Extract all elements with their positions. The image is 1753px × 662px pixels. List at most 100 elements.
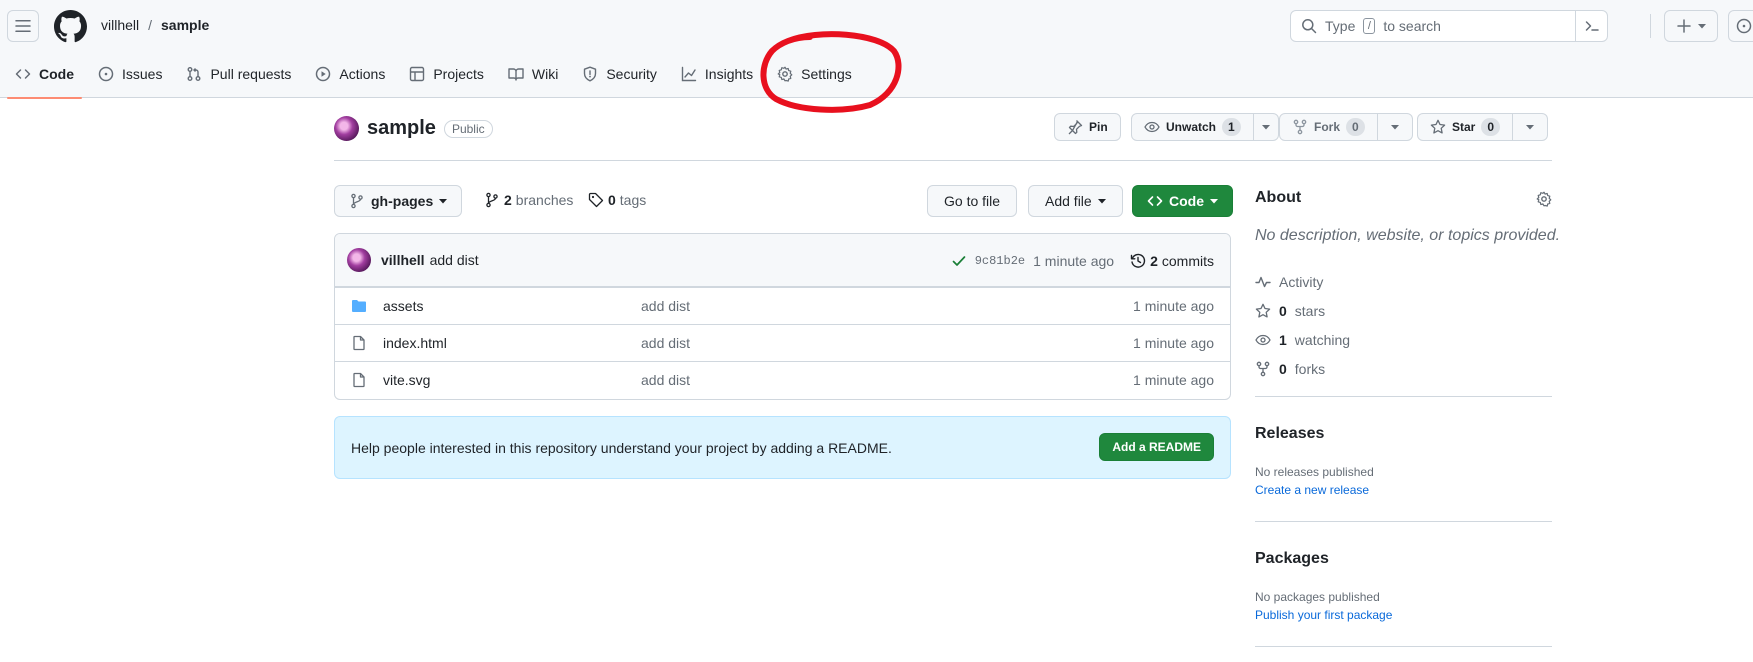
- file-icon: [353, 372, 365, 388]
- branches-count: 2: [504, 192, 512, 208]
- command-palette-button[interactable]: [1575, 10, 1607, 42]
- latest-commit-bar: villhell add dist 9c81b2e 1 minute ago 2…: [335, 234, 1230, 287]
- releases-title[interactable]: Releases: [1255, 425, 1324, 443]
- branch-selector-button[interactable]: gh-pages: [334, 185, 463, 217]
- forks-label: forks: [1294, 360, 1326, 377]
- add-file-button[interactable]: Add file: [1028, 185, 1123, 217]
- star-icon: [1430, 119, 1446, 134]
- tab-label: Security: [606, 66, 657, 82]
- readme-banner: Help people interested in this repositor…: [334, 416, 1231, 479]
- fork-dropdown-button[interactable]: [1377, 113, 1413, 141]
- file-commit-message[interactable]: add dist: [641, 298, 690, 314]
- tab-security[interactable]: Security: [574, 58, 665, 90]
- book-icon: [508, 68, 524, 81]
- issue-opened-icon: [1736, 18, 1752, 34]
- tab-label: Projects: [433, 66, 484, 82]
- breadcrumb-owner-link[interactable]: villhell: [101, 17, 139, 33]
- publish-package-link[interactable]: Publish your first package: [1255, 608, 1392, 622]
- file-name[interactable]: assets: [383, 298, 423, 314]
- watching-count: 1: [1279, 331, 1287, 348]
- pulse-icon: [1255, 276, 1271, 287]
- unwatch-label: Unwatch: [1166, 120, 1217, 134]
- breadcrumb-repo-link[interactable]: sample: [161, 17, 209, 33]
- star-group: Star 0: [1417, 113, 1549, 141]
- packages-empty-text: No packages published: [1255, 590, 1380, 604]
- about-description: No description, website, or topics provi…: [1255, 227, 1561, 244]
- file-row[interactable]: assets add dist 1 minute ago: [335, 287, 1230, 324]
- title-divider: [334, 160, 1552, 161]
- commit-meta: 9c81b2e 1 minute ago 2 commits: [951, 234, 1214, 287]
- terminal-icon: [1585, 21, 1599, 31]
- sidebar-divider: [1255, 521, 1552, 522]
- pin-button[interactable]: Pin: [1054, 113, 1121, 141]
- repo-forked-icon: [1256, 361, 1270, 376]
- github-logo-icon[interactable]: [54, 10, 87, 43]
- watch-dropdown-button[interactable]: [1253, 113, 1279, 141]
- commits-link[interactable]: 2 commits: [1130, 253, 1214, 269]
- repo-nav: Code Issues Pull requests Actions Projec…: [7, 58, 868, 99]
- commit-message[interactable]: add dist: [430, 252, 479, 268]
- file-name[interactable]: index.html: [383, 335, 447, 351]
- tab-code[interactable]: Code: [7, 58, 82, 99]
- packages-title[interactable]: Packages: [1255, 550, 1329, 568]
- unwatch-button[interactable]: Unwatch 1: [1131, 113, 1254, 141]
- tab-settings[interactable]: Settings: [769, 58, 860, 90]
- fork-label: Fork: [1314, 120, 1341, 134]
- watch-counter: 1: [1222, 118, 1241, 136]
- tab-projects[interactable]: Projects: [401, 58, 492, 90]
- tags-link[interactable]: 0 tags: [588, 192, 646, 208]
- git-branch-icon: [351, 193, 363, 209]
- search-input[interactable]: Type / to search: [1290, 10, 1608, 42]
- search-placeholder-prefix: Type: [1325, 18, 1356, 34]
- file-row[interactable]: index.html add dist 1 minute ago: [335, 324, 1230, 361]
- star-icon: [1255, 303, 1271, 318]
- graph-icon: [681, 66, 697, 82]
- file-commit-message[interactable]: add dist: [641, 372, 690, 388]
- file-name[interactable]: vite.svg: [383, 372, 430, 388]
- star-dropdown-button[interactable]: [1513, 113, 1549, 141]
- go-to-file-button[interactable]: Go to file: [927, 185, 1018, 217]
- menu-button[interactable]: [7, 10, 39, 42]
- fork-group: Fork 0: [1279, 113, 1413, 141]
- tab-label: Wiki: [531, 66, 559, 82]
- tab-pull-requests[interactable]: Pull requests: [178, 58, 299, 90]
- tab-actions[interactable]: Actions: [307, 58, 393, 90]
- triangle-down-icon: [439, 199, 448, 204]
- tab-insights[interactable]: Insights: [673, 58, 761, 90]
- code-button[interactable]: Code: [1132, 185, 1233, 217]
- shield-icon: [584, 66, 597, 82]
- create-new-button[interactable]: [1664, 10, 1718, 42]
- activity-link[interactable]: Activity: [1255, 267, 1350, 296]
- tab-wiki[interactable]: Wiki: [500, 58, 566, 90]
- file-commit-message[interactable]: add dist: [641, 335, 690, 351]
- repo-name[interactable]: sample: [367, 117, 436, 140]
- tab-issues[interactable]: Issues: [90, 58, 170, 90]
- gear-icon[interactable]: [1536, 191, 1552, 207]
- add-readme-button[interactable]: Add a README: [1099, 433, 1214, 461]
- fork-button[interactable]: Fork 0: [1279, 113, 1378, 141]
- folder-icon: [352, 300, 366, 312]
- repo-forked-icon: [1293, 119, 1307, 135]
- commits-count: 2: [1150, 252, 1158, 269]
- file-row[interactable]: vite.svg add dist 1 minute ago: [335, 361, 1230, 398]
- tab-label: Pull requests: [210, 66, 292, 82]
- watching-link[interactable]: 1 watching: [1255, 325, 1350, 354]
- go-to-file-label: Go to file: [944, 193, 1001, 209]
- eye-icon: [1144, 121, 1160, 133]
- your-issues-button[interactable]: [1728, 10, 1753, 42]
- forks-link[interactable]: 0 forks: [1255, 354, 1350, 383]
- star-button[interactable]: Star 0: [1417, 113, 1514, 141]
- issue-opened-icon: [98, 66, 114, 82]
- history-icon: [1130, 253, 1146, 268]
- sidebar-divider: [1255, 396, 1552, 397]
- tag-icon: [588, 192, 604, 208]
- commit-sha[interactable]: 9c81b2e: [975, 254, 1025, 268]
- branches-link[interactable]: 2 branches: [484, 192, 573, 208]
- owner-avatar[interactable]: [334, 116, 359, 141]
- create-release-link[interactable]: Create a new release: [1255, 483, 1369, 497]
- code-icon: [1147, 196, 1163, 206]
- stars-link[interactable]: 0 stars: [1255, 296, 1350, 325]
- pin-label: Pin: [1089, 120, 1108, 134]
- commit-author[interactable]: villhell: [381, 252, 425, 268]
- author-avatar[interactable]: [347, 248, 371, 272]
